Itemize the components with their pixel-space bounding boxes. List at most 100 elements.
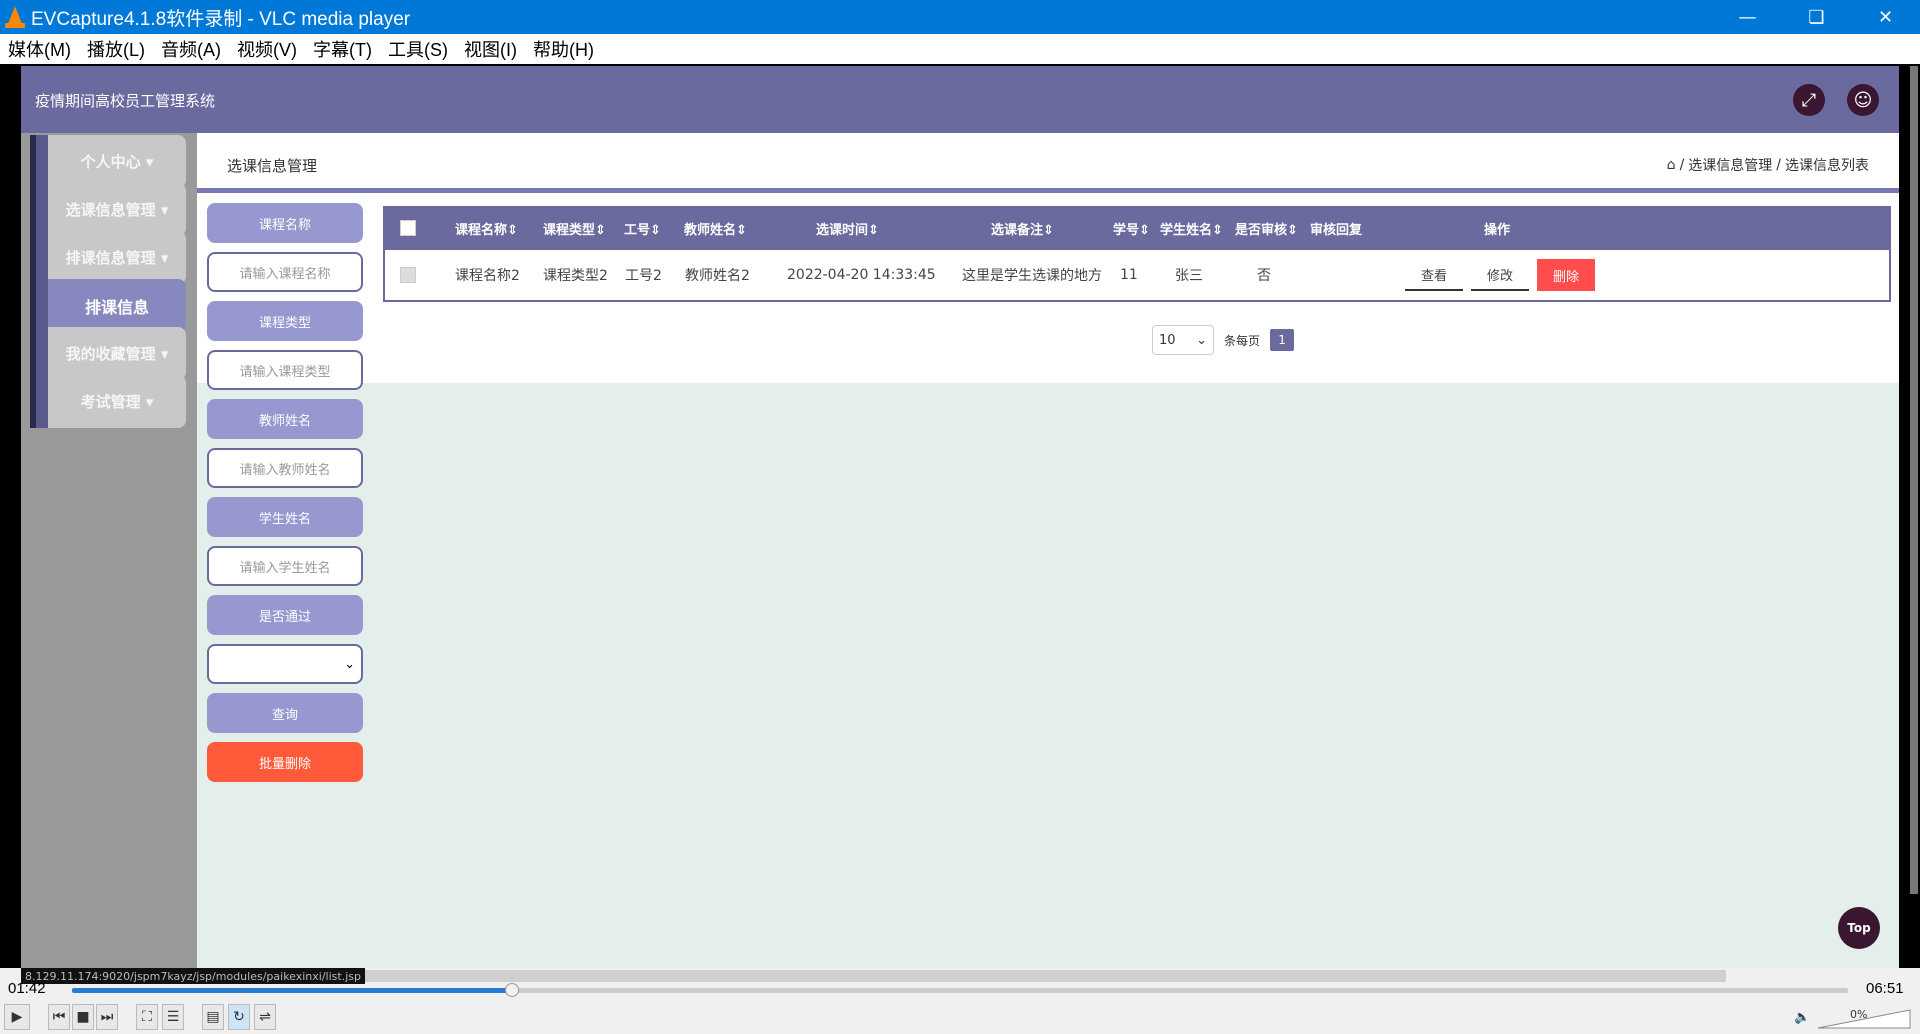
col-header: 审核回复 xyxy=(1310,222,1363,238)
menu-subtitle[interactable]: 字幕(T) xyxy=(313,36,372,62)
col-header[interactable]: 工号⇕ xyxy=(624,206,661,250)
sidebar-item-personal-center[interactable]: 个人中心 ▾ xyxy=(30,135,186,188)
table-cell: 否 xyxy=(1257,268,1271,284)
table-cell: 2022-04-20 14:33:45 xyxy=(787,267,936,283)
table-header: 课程名称⇕ 课程类型⇕ 工号⇕ 教师姓名⇕ 选课时间⇕ 选课备注⇕ 学号⇕ 学生… xyxy=(383,206,1891,250)
pagination: 10 ⌄ 条每页 1 xyxy=(1152,325,1295,355)
stop-icon[interactable]: ■ xyxy=(72,1004,94,1030)
restore-button[interactable]: ❏ xyxy=(1782,0,1851,34)
loop-icon[interactable]: ↻ xyxy=(228,1004,250,1030)
menu-playback[interactable]: 播放(L) xyxy=(87,36,145,62)
chevron-down-icon: ▾ xyxy=(160,344,169,363)
menubar: 媒体(M) 播放(L) 音频(A) 视频(V) 字幕(T) 工具(S) 视图(I… xyxy=(0,34,1920,64)
delete-button[interactable]: 删除 xyxy=(1537,259,1595,291)
breadcrumb-item[interactable]: 选课信息管理 xyxy=(1688,155,1772,175)
seek-progress xyxy=(72,988,513,993)
view-button[interactable]: 查看 xyxy=(1405,259,1463,291)
chevron-down-icon: ▾ xyxy=(160,248,169,267)
teacher-name-label: 教师姓名 xyxy=(207,399,363,439)
vertical-scrollbar[interactable] xyxy=(1910,66,1918,894)
menu-media[interactable]: 媒体(M) xyxy=(8,36,71,62)
col-header[interactable]: 选课时间⇕ xyxy=(816,206,879,250)
passed-select[interactable]: ⌄ xyxy=(207,644,363,684)
sidebar-item-schedule-info[interactable]: 排课信息 xyxy=(30,279,186,332)
per-page-label: 条每页 xyxy=(1224,333,1261,348)
table-cell: 工号2 xyxy=(625,268,662,284)
student-name-input[interactable]: 请输入学生姓名 xyxy=(207,546,363,586)
menu-tools[interactable]: 工具(S) xyxy=(388,36,448,62)
play-icon[interactable]: ▶ xyxy=(4,1004,30,1030)
chevron-down-icon: ▾ xyxy=(145,152,154,171)
sidebar-item-favorites[interactable]: 我的收藏管理 ▾ xyxy=(30,327,186,380)
user-icon[interactable]: ☺ xyxy=(1847,84,1879,116)
seek-row: 01:42 06:51 xyxy=(0,978,1920,1002)
course-type-input[interactable]: 请输入课程类型 xyxy=(207,350,363,390)
course-type-label: 课程类型 xyxy=(207,301,363,341)
speaker-icon: 🔈 xyxy=(1794,1010,1811,1025)
seek-bar[interactable] xyxy=(72,983,1848,997)
sidebar: 个人中心 ▾ 选课信息管理 ▾ 排课信息管理 ▾ 排课信息 我的收藏管理 ▾ 考… xyxy=(21,133,197,968)
extended-settings-icon[interactable]: ☰ xyxy=(162,1004,184,1030)
breadcrumb-item: 选课信息列表 xyxy=(1785,158,1869,174)
sidebar-item-exam[interactable]: 考试管理 ▾ xyxy=(30,375,186,428)
close-button[interactable]: ✕ xyxy=(1851,0,1920,34)
table-row: 课程名称2 课程类型2 工号2 教师姓名2 2022-04-20 14:33:4… xyxy=(383,250,1891,302)
data-table: 课程名称⇕ 课程类型⇕ 工号⇕ 教师姓名⇕ 选课时间⇕ 选课备注⇕ 学号⇕ 学生… xyxy=(383,206,1891,302)
col-header[interactable]: 选课备注⇕ xyxy=(991,206,1054,250)
page-title: 选课信息管理 xyxy=(227,157,318,175)
edit-button[interactable]: 修改 xyxy=(1471,259,1529,291)
app-header: 疫情期间高校员工管理系统 ⤢ ☺ xyxy=(21,66,1899,133)
total-time: 06:51 xyxy=(1866,980,1904,997)
window-title: EVCapture4.1.8软件录制 - VLC media player xyxy=(31,8,411,30)
col-header[interactable]: 课程名称⇕ xyxy=(455,206,518,250)
page-size-select[interactable]: 10 ⌄ xyxy=(1152,325,1214,355)
shuffle-icon[interactable]: ⇌ xyxy=(254,1004,276,1030)
menu-help[interactable]: 帮助(H) xyxy=(533,36,594,62)
table-cell: 教师姓名2 xyxy=(685,268,750,284)
seek-handle[interactable] xyxy=(505,983,520,997)
page-button-current[interactable]: 1 xyxy=(1270,329,1295,351)
elapsed-time: 01:42 xyxy=(8,980,46,997)
row-checkbox[interactable] xyxy=(400,267,416,283)
course-name-label: 课程名称 xyxy=(207,203,363,243)
course-name-input[interactable]: 请输入课程名称 xyxy=(207,252,363,292)
batch-delete-button[interactable]: 批量删除 xyxy=(207,742,363,782)
window-titlebar: EVCapture4.1.8软件录制 - VLC media player — … xyxy=(0,0,1920,34)
sidebar-item-course-selection[interactable]: 选课信息管理 ▾ xyxy=(30,183,186,236)
video-area[interactable]: 疫情期间高校员工管理系统 ⤢ ☺ 个人中心 ▾ 选课信息管理 ▾ 排课信息管理 … xyxy=(0,64,1920,968)
vlc-cone-icon xyxy=(5,6,25,28)
home-icon[interactable]: ⌂ xyxy=(1667,157,1676,173)
app-title: 疫情期间高校员工管理系统 xyxy=(35,92,216,110)
chevron-down-icon: ⌄ xyxy=(344,656,355,672)
col-header[interactable]: 是否审核⇕ xyxy=(1235,206,1298,250)
table-cell: 11 xyxy=(1120,267,1138,283)
volume-level: 0% xyxy=(1850,1008,1868,1021)
control-buttons: ▶ ⏮ ■ ⏭ ⛶ ☰ ▤ ↻ ⇌ 🔈 0% xyxy=(0,1004,1920,1032)
back-to-top-button[interactable]: Top xyxy=(1838,907,1880,949)
previous-icon[interactable]: ⏮ xyxy=(48,1004,70,1030)
table-cell: 课程类型2 xyxy=(543,268,608,284)
query-button[interactable]: 查询 xyxy=(207,693,363,733)
passed-label: 是否通过 xyxy=(207,595,363,635)
playlist-icon[interactable]: ▤ xyxy=(202,1004,224,1030)
select-all-checkbox[interactable] xyxy=(400,220,416,236)
table-cell: 这里是学生选课的地方 xyxy=(962,268,1102,284)
col-header[interactable]: 教师姓名⇕ xyxy=(684,206,747,250)
teacher-name-input[interactable]: 请输入教师姓名 xyxy=(207,448,363,488)
fullscreen-icon[interactable]: ⤢ xyxy=(1793,84,1825,116)
chevron-down-icon: ⌄ xyxy=(1196,332,1207,348)
menu-view[interactable]: 视图(I) xyxy=(464,36,517,62)
table-cell: 课程名称2 xyxy=(455,268,520,284)
minimize-button[interactable]: — xyxy=(1713,0,1782,34)
chevron-down-icon: ▾ xyxy=(160,200,169,219)
col-header[interactable]: 学生姓名⇕ xyxy=(1160,206,1223,250)
menu-audio[interactable]: 音频(A) xyxy=(161,36,221,62)
fullscreen-toggle-icon[interactable]: ⛶ xyxy=(136,1004,158,1030)
sidebar-item-scheduling[interactable]: 排课信息管理 ▾ xyxy=(30,231,186,284)
volume-slider[interactable]: 🔈 0% xyxy=(1794,1008,1912,1030)
next-icon[interactable]: ⏭ xyxy=(96,1004,118,1030)
col-header: 操作 xyxy=(1484,222,1511,238)
col-header[interactable]: 课程类型⇕ xyxy=(543,206,606,250)
menu-video[interactable]: 视频(V) xyxy=(237,36,297,62)
col-header[interactable]: 学号⇕ xyxy=(1113,206,1150,250)
